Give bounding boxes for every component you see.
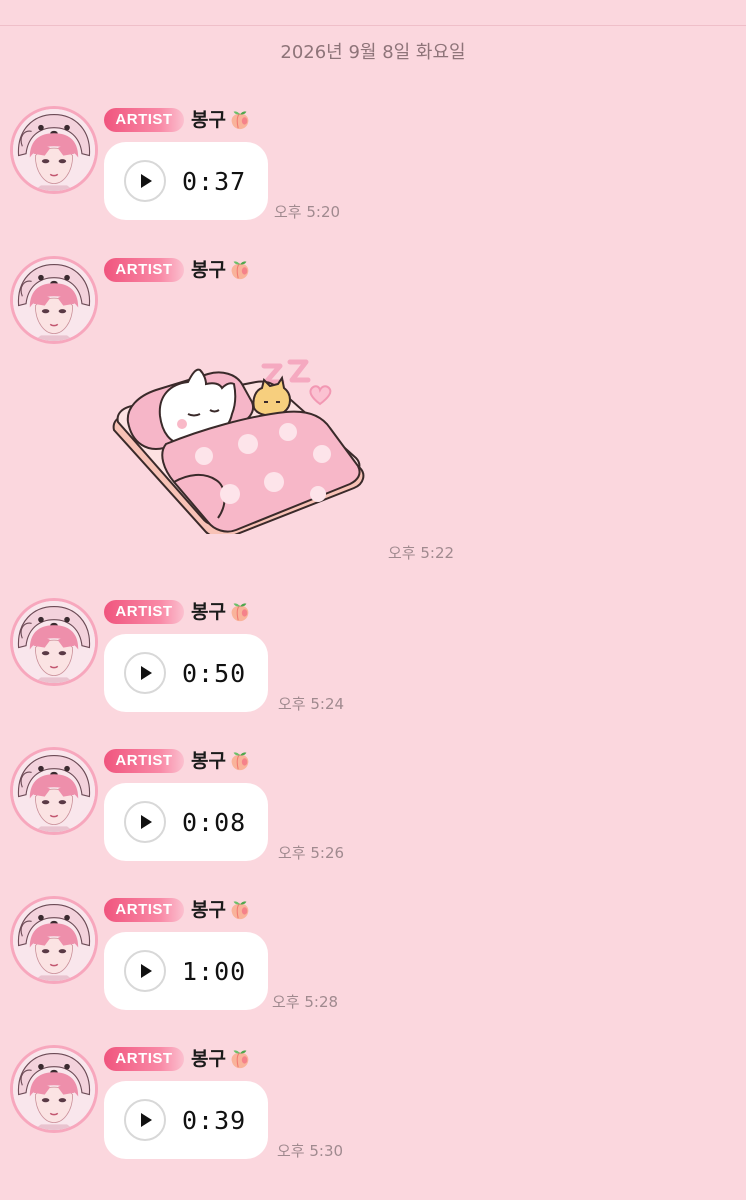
message-time: 오후 5:20 (274, 203, 341, 221)
message-time: 오후 5:24 (278, 695, 345, 713)
date-header: 2026년 9월 8일 화요일 (280, 42, 466, 63)
play-icon (135, 961, 155, 981)
artist-badge: ARTIST (104, 600, 184, 624)
play-button[interactable] (124, 160, 166, 202)
sender-name-row: 봉구 (191, 1045, 251, 1073)
play-icon (135, 1110, 155, 1130)
sender-name: 봉구 (191, 109, 226, 131)
sender-name: 봉구 (191, 1048, 226, 1070)
play-button[interactable] (124, 1099, 166, 1141)
voice-duration: 0:39 (182, 1105, 247, 1135)
artist-badge: ARTIST (104, 258, 184, 282)
avatar-icon[interactable] (10, 106, 98, 194)
message-item: ARTIST 봉구 1:00 오후 5:28 (0, 896, 746, 1026)
sleeping-cats-sticker[interactable] (108, 304, 374, 534)
peach-icon (229, 1048, 251, 1070)
play-icon (135, 812, 155, 832)
voice-message-bubble[interactable]: 0:08 (104, 783, 269, 861)
message-item: ARTIST 봉구 0:39 오후 5:30 (0, 1045, 746, 1175)
voice-message-bubble[interactable]: 1:00 (104, 932, 269, 1010)
artist-badge: ARTIST (104, 108, 184, 132)
message-time: 오후 5:22 (388, 544, 455, 562)
play-icon (135, 171, 155, 191)
sender-name-row: 봉구 (191, 256, 251, 284)
message-item: ARTIST 봉구 0:08 오후 5:26 (0, 747, 746, 877)
sender-name: 봉구 (191, 750, 226, 772)
peach-icon (229, 750, 251, 772)
message-time: 오후 5:26 (278, 844, 345, 862)
sender-name-row: 봉구 (191, 896, 251, 924)
avatar-icon[interactable] (10, 598, 98, 686)
avatar-icon[interactable] (10, 256, 98, 344)
sender-name-row: 봉구 (191, 747, 251, 775)
artist-badge: ARTIST (104, 749, 184, 773)
message-time: 오후 5:30 (277, 1142, 344, 1160)
voice-message-bubble[interactable]: 0:50 (104, 634, 269, 712)
message-item: ARTIST 봉구 0:50 오후 5:24 (0, 598, 746, 728)
peach-icon (229, 109, 251, 131)
sender-name: 봉구 (191, 601, 226, 623)
top-divider (0, 25, 746, 26)
peach-icon (229, 259, 251, 281)
voice-message-bubble[interactable]: 0:39 (104, 1081, 269, 1159)
avatar-icon[interactable] (10, 896, 98, 984)
avatar-icon[interactable] (10, 1045, 98, 1133)
play-icon (135, 663, 155, 683)
sender-name-row: 봉구 (191, 598, 251, 626)
play-button[interactable] (124, 801, 166, 843)
play-button[interactable] (124, 950, 166, 992)
sender-name: 봉구 (191, 259, 226, 281)
voice-duration: 0:37 (182, 166, 247, 196)
artist-badge: ARTIST (104, 898, 184, 922)
sender-name-row: 봉구 (191, 106, 251, 134)
peach-icon (229, 601, 251, 623)
chat-screen: 2026년 9월 8일 화요일 ARTIST 봉구 0:37 오후 5:20 A… (0, 0, 746, 1200)
artist-badge: ARTIST (104, 1047, 184, 1071)
voice-duration: 1:00 (182, 956, 247, 986)
message-time: 오후 5:28 (272, 993, 339, 1011)
play-button[interactable] (124, 652, 166, 694)
message-item: ARTIST 봉구 0:37 오후 5:20 (0, 106, 746, 236)
avatar-icon[interactable] (10, 747, 98, 835)
sender-name: 봉구 (191, 899, 226, 921)
peach-icon (229, 899, 251, 921)
voice-message-bubble[interactable]: 0:37 (104, 142, 269, 220)
voice-duration: 0:50 (182, 658, 247, 688)
message-item: ARTIST 봉구 오후 5:22 (0, 256, 746, 566)
voice-duration: 0:08 (182, 807, 247, 837)
